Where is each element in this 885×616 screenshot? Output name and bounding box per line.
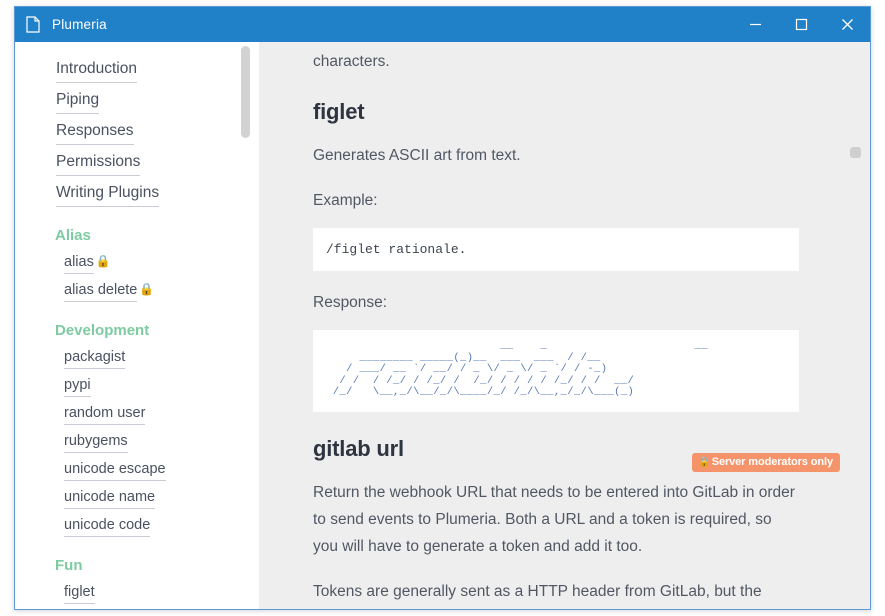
sidebar-item-writing-plugins-row: Writing Plugins [56,179,259,207]
document-icon [26,16,40,33]
sidebar-item-permissions[interactable]: Permissions [56,148,141,176]
sidebar-item-pypi[interactable]: pypi [64,374,91,397]
figlet-description: Generates ASCII art from text. [313,147,521,164]
status-badge-label: Server moderators only [711,455,833,468]
figlet-section-header: figlet [313,99,799,125]
sidebar-item-random-user-row: random user [56,402,259,425]
gitlab-url-paragraph-1: Return the webhook URL that needs to be … [313,483,795,555]
main-content[interactable]: characters. figlet Generates ASCII art f… [259,42,870,609]
sidebar-item-unicode-escape-row: unicode escape [56,458,259,481]
gitlab-url-paragraph-2: Tokens are generally sent as a HTTP head… [313,578,799,610]
sidebar-item-responses[interactable]: Responses [56,117,134,145]
window-body: Introduction Piping Responses Permission… [15,42,870,609]
sidebar-item-writing-plugins[interactable]: Writing Plugins [56,179,160,207]
sidebar-item-piping[interactable]: Piping [56,86,100,114]
sidebar-item-alias-delete[interactable]: alias delete [64,279,138,302]
sidebar-item-unicode-escape[interactable]: unicode escape [64,458,166,481]
sidebar-item-unicode-name[interactable]: unicode name [64,486,156,509]
figlet-example-label: Example: [313,192,378,209]
figlet-example-code: /figlet rationale. [313,228,799,271]
gitlab-url-paragraph-2-text: Tokens are generally sent as a HTTP head… [313,582,762,600]
sidebar-item-packagist[interactable]: packagist [64,346,126,369]
sidebar-item-introduction-row: Introduction [56,55,259,83]
title-bar: Plumeria [15,7,870,42]
sidebar-item-responses-row: Responses [56,117,259,145]
gitlab-url-section-header: gitlab url 🔒Server moderators only [313,436,840,472]
minimize-button[interactable] [732,7,778,42]
documentation-article: characters. figlet Generates ASCII art f… [313,42,840,610]
sidebar-item-alias[interactable]: alias [64,251,94,274]
sidebar-item-introduction[interactable]: Introduction [56,55,137,83]
sidebar-item-permissions-row: Permissions [56,148,259,176]
window-title: Plumeria [52,17,107,32]
figlet-response-label: Response: [313,294,388,311]
figlet-ascii-art-output: __ _ __ ________ _____(_)__ ___ ___ / /_… [313,330,799,412]
sidebar-item-alias-delete-row: alias delete 🔒 [56,279,259,302]
sidebar-item-rubygems[interactable]: rubygems [64,430,128,453]
application-window: Plumeria Introduction Piping Responses P… [14,6,871,610]
maximize-button[interactable] [778,7,824,42]
sidebar-item-piping-row: Piping [56,86,259,114]
sidebar-item-rubygems-row: rubygems [56,430,259,453]
figlet-heading: figlet [313,99,365,124]
sidebar-section-alias-heading: Alias [55,227,91,244]
sidebar-section-fun-heading: Fun [55,557,83,574]
sidebar-item-unicode-code-row: unicode code [56,514,259,537]
sidebar-item-pypi-row: pypi [56,374,259,397]
sidebar-navigation[interactable]: Introduction Piping Responses Permission… [15,42,259,609]
status-badge: 🔒Server moderators only [692,452,840,472]
lock-icon: 🔒 [95,254,111,268]
close-button[interactable] [824,7,870,42]
partial-paragraph-top: characters. [313,53,390,70]
content-scrollbar-thumb[interactable] [850,147,861,158]
sidebar-item-unicode-name-row: unicode name [56,486,259,509]
sidebar-item-figlet[interactable]: figlet [64,581,95,604]
sidebar-item-packagist-row: packagist [56,346,259,369]
sidebar-item-figlet-row: figlet [56,581,259,604]
sidebar-item-alias-row: alias 🔒 [56,251,259,274]
sidebar-scrollbar-thumb[interactable] [241,46,250,138]
sidebar-item-random-user[interactable]: random user [64,402,146,425]
lock-icon: 🔒 [698,456,711,468]
sidebar-content: Introduction Piping Responses Permission… [15,55,259,604]
sidebar-scrollbar[interactable] [241,46,250,606]
sidebar-item-unicode-code[interactable]: unicode code [64,514,151,537]
lock-icon: 🔒 [139,282,155,296]
sidebar-section-development-heading: Development [55,322,150,339]
